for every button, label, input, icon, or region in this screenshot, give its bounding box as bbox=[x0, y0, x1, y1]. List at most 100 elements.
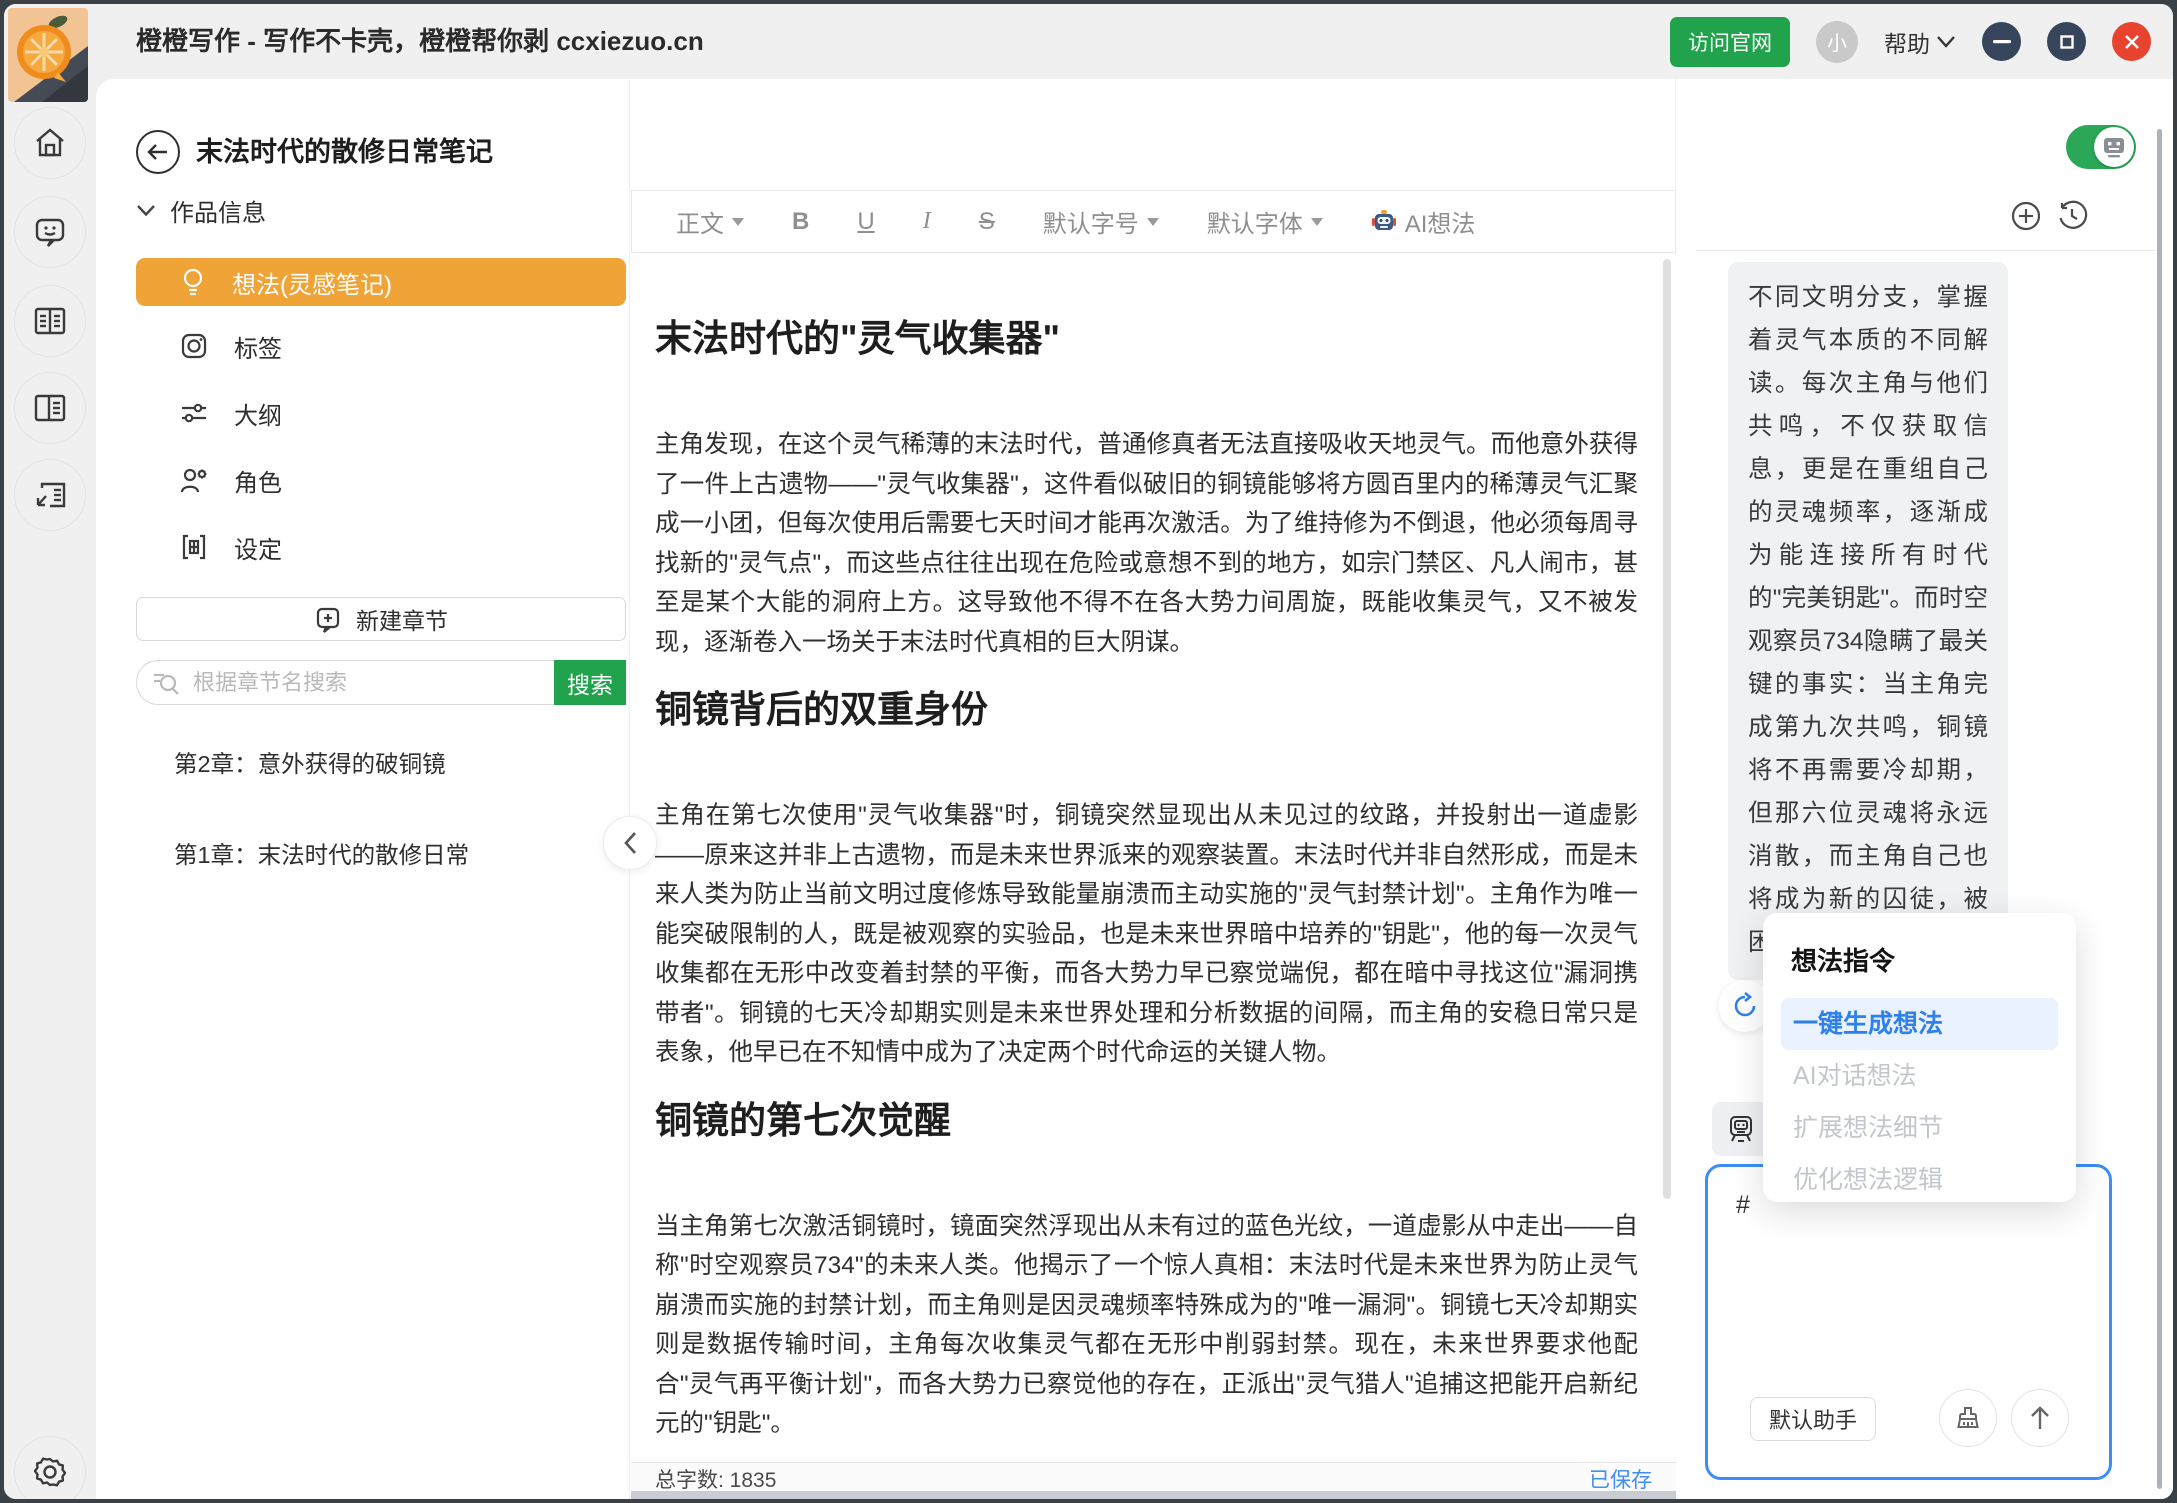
popup-item-ai-dialog-idea[interactable]: AI对话想法 bbox=[1781, 1050, 2058, 1102]
editor-scrollbar[interactable] bbox=[1663, 259, 1671, 1199]
doc-paragraph: 主角在第七次使用"灵气收集器"时，铜镜突然显现出从未见过的纹路，并投射出一道虚影… bbox=[655, 796, 1638, 1073]
lightbulb-icon bbox=[180, 267, 206, 297]
word-count: 总字数: 1835 bbox=[655, 1464, 776, 1494]
doc-paragraph: 当主角第七次激活铜镜时，镜面突然浮现出从未有过的蓝色光纹，一道虚影从中走出——自… bbox=[655, 1207, 1638, 1444]
font-family-select[interactable]: 默认字体 bbox=[1207, 204, 1323, 239]
sidebar-item-outline[interactable]: 大纲 bbox=[136, 389, 626, 437]
titlebar: 橙橙写作 - 写作不卡壳，橙橙帮你剥 ccxiezuo.cn 访问官网 小 帮助 bbox=[4, 4, 2173, 79]
home-icon[interactable] bbox=[14, 107, 86, 179]
editor-toolbar: 正文 B U I S 默认字号 默认字体 AI想法 bbox=[631, 190, 1676, 253]
editor-column: 正文 B U I S 默认字号 默认字体 AI想法 末法时代的"灵气收集器" bbox=[629, 79, 1676, 1499]
library-icon[interactable] bbox=[14, 285, 86, 357]
back-button[interactable] bbox=[136, 130, 180, 174]
main-card: 末法时代的散修日常笔记 作品信息 想法(灵感笔记) 标签 大纲 角色 bbox=[96, 79, 2173, 1499]
refresh-icon bbox=[1731, 992, 1759, 1020]
ai-message-bubble: 不同文明分支，掌握着灵气本质的不同解读。每次主角与他们共鸣，不仅获取信息，更是在… bbox=[1728, 262, 2008, 980]
robot-face-icon bbox=[2101, 134, 2127, 160]
chapter-item[interactable]: 第1章：末法时代的散修日常 bbox=[174, 833, 594, 877]
idea-command-popup: 想法指令 一键生成想法 AI对话想法 扩展想法细节 优化想法逻辑 bbox=[1763, 913, 2076, 1202]
paragraph-style-select[interactable]: 正文 bbox=[676, 204, 744, 239]
chapter-item[interactable]: 第2章：意外获得的破铜镜 bbox=[174, 742, 594, 786]
send-button[interactable] bbox=[2011, 1389, 2069, 1447]
person-gear-icon bbox=[180, 466, 208, 494]
history-button[interactable] bbox=[2055, 199, 2089, 233]
arrow-left-icon bbox=[147, 143, 169, 161]
section-work-info[interactable]: 作品信息 bbox=[136, 193, 266, 228]
app-sidebar bbox=[4, 79, 96, 1499]
user-avatar[interactable]: 小 bbox=[1816, 21, 1858, 63]
new-chapter-button[interactable]: 新建章节 bbox=[136, 597, 626, 641]
broom-icon bbox=[1954, 1404, 1982, 1432]
sidebar-item-characters[interactable]: 角色 bbox=[136, 456, 626, 504]
close-icon bbox=[2124, 34, 2140, 50]
caret-down-icon bbox=[732, 218, 744, 226]
ai-assistant-toggle[interactable] bbox=[2066, 125, 2136, 169]
doc-heading: 铜镜背后的双重身份 bbox=[655, 684, 1638, 736]
horizontal-scrollbar[interactable] bbox=[631, 1491, 1676, 1499]
ai-idea-button[interactable]: AI想法 bbox=[1371, 204, 1476, 239]
collapse-panel-button[interactable] bbox=[603, 816, 657, 870]
caret-down-icon bbox=[1147, 218, 1159, 226]
ai-message-text: 不同文明分支，掌握着灵气本质的不同解读。每次主角与他们共鸣，不仅获取信息，更是在… bbox=[1748, 276, 1988, 964]
popup-item-optimize-idea[interactable]: 优化想法逻辑 bbox=[1781, 1154, 2058, 1206]
add-idea-button[interactable] bbox=[2009, 199, 2043, 233]
sidebar-item-settings[interactable]: 设定 bbox=[136, 523, 626, 571]
doc-section: 铜镜背后的双重身份 主角在第七次使用"灵气收集器"时，铜镜突然显现出从未见过的纹… bbox=[655, 684, 1638, 1073]
font-size-select[interactable]: 默认字号 bbox=[1043, 204, 1159, 239]
menu-label: 标签 bbox=[234, 329, 282, 364]
app-window: 橙橙写作 - 写作不卡壳，橙橙帮你剥 ccxiezuo.cn 访问官网 小 帮助 bbox=[4, 4, 2173, 1499]
section-label: 作品信息 bbox=[170, 193, 266, 228]
chapter-search: 搜索 bbox=[136, 660, 626, 705]
sidebar-item-tags[interactable]: 标签 bbox=[136, 322, 626, 370]
document-body[interactable]: 末法时代的"灵气收集器" 主角发现，在这个灵气稀薄的末法时代，普通修真者无法直接… bbox=[631, 253, 1676, 1459]
save-status[interactable]: 已保存 bbox=[1589, 1464, 1652, 1494]
italic-button[interactable]: I bbox=[923, 208, 931, 235]
visit-site-button[interactable]: 访问官网 bbox=[1670, 17, 1790, 67]
plus-circle-icon bbox=[2010, 200, 2042, 232]
help-label: 帮助 bbox=[1884, 25, 1930, 59]
chat-input-value[interactable]: # bbox=[1736, 1191, 1750, 1220]
minimize-button[interactable] bbox=[1982, 22, 2021, 61]
chevron-down-icon bbox=[136, 204, 156, 217]
close-button[interactable] bbox=[2112, 22, 2151, 61]
default-assistant-button[interactable]: 默认助手 bbox=[1750, 1397, 1876, 1441]
panel-scrollbar[interactable] bbox=[2157, 129, 2162, 1489]
maximize-icon bbox=[2060, 35, 2074, 49]
popup-item-expand-idea[interactable]: 扩展想法细节 bbox=[1781, 1102, 2058, 1154]
sidebar-item-ideas[interactable]: 想法(灵感笔记) bbox=[136, 258, 626, 306]
robot-icon bbox=[1726, 1113, 1756, 1145]
maximize-button[interactable] bbox=[2047, 22, 2086, 61]
clear-button[interactable] bbox=[1939, 1389, 1997, 1447]
underline-button[interactable]: U bbox=[857, 208, 874, 236]
book-title: 末法时代的散修日常笔记 bbox=[196, 130, 493, 174]
minimize-icon bbox=[1993, 40, 2011, 44]
panel-divider bbox=[1696, 250, 2156, 251]
chat-icon[interactable] bbox=[14, 196, 86, 268]
robot-icon bbox=[1371, 209, 1397, 235]
ai-panel: 不同文明分支，掌握着灵气本质的不同解读。每次主角与他们共鸣，不仅获取信息，更是在… bbox=[1677, 79, 2173, 1499]
detach-panel-icon[interactable] bbox=[14, 459, 86, 531]
arrow-up-icon bbox=[2028, 1405, 2052, 1431]
window-title: 橙橙写作 - 写作不卡壳，橙橙帮你剥 ccxiezuo.cn bbox=[136, 4, 704, 79]
settings-icon[interactable] bbox=[14, 1436, 86, 1499]
toggle-knob bbox=[2094, 127, 2134, 167]
reader-icon[interactable] bbox=[14, 372, 86, 444]
add-chapter-icon bbox=[314, 605, 342, 633]
search-button[interactable]: 搜索 bbox=[554, 660, 626, 705]
editor-statusbar: 总字数: 1835 已保存 bbox=[631, 1462, 1676, 1494]
strikethrough-button[interactable]: S bbox=[979, 208, 995, 236]
chevron-down-icon bbox=[1936, 35, 1956, 49]
menu-label: 想法(灵感笔记) bbox=[232, 265, 392, 300]
popup-item-generate-idea[interactable]: 一键生成想法 bbox=[1781, 998, 2058, 1050]
search-input[interactable] bbox=[136, 660, 554, 705]
help-menu[interactable]: 帮助 bbox=[1884, 25, 1956, 59]
sliders-icon bbox=[180, 400, 208, 426]
app-logo bbox=[8, 8, 88, 102]
menu-label: 角色 bbox=[234, 463, 282, 498]
chat-input-box[interactable]: # 默认助手 bbox=[1705, 1164, 2112, 1480]
doc-section: 末法时代的"灵气收集器" 主角发现，在这个灵气稀薄的末法时代，普通修真者无法直接… bbox=[655, 313, 1638, 662]
bold-button[interactable]: B bbox=[792, 208, 809, 236]
menu-label: 设定 bbox=[234, 530, 282, 565]
setting-brackets-icon bbox=[180, 533, 208, 561]
popup-title: 想法指令 bbox=[1781, 941, 2058, 978]
